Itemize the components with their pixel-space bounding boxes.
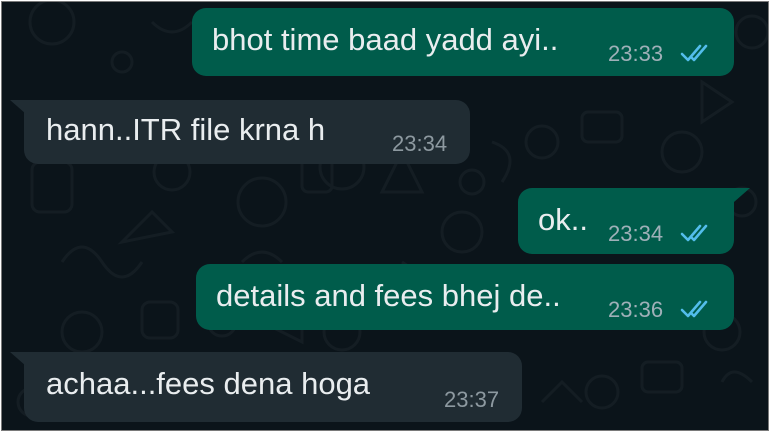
message-time: 23:37 — [444, 387, 500, 412]
outgoing-message[interactable]: details and fees bhej de.. 23:36 — [196, 264, 734, 330]
bubble-tail — [10, 352, 26, 366]
read-double-tick-icon — [680, 44, 708, 62]
message-text: achaa...fees dena hoga — [46, 366, 371, 401]
bubble-tail — [734, 188, 750, 202]
outgoing-message[interactable]: bhot time baad yadd ayi.. 23:33 — [192, 8, 734, 76]
read-double-tick-icon — [680, 224, 708, 242]
outgoing-message[interactable]: ok.. 23:34 — [518, 188, 734, 254]
message-time: 23:34 — [392, 131, 448, 156]
bubble-tail — [10, 100, 26, 114]
message-text: details and fees bhej de.. — [216, 278, 561, 313]
read-double-tick-icon — [680, 300, 708, 318]
message-time: 23:33 — [608, 41, 664, 66]
message-time: 23:36 — [608, 297, 664, 322]
message-text: hann..ITR file krna h — [46, 112, 326, 147]
chat-window: bhot time baad yadd ayi.. 23:33 hann..IT… — [1, 1, 769, 431]
message-time: 23:34 — [608, 221, 664, 246]
incoming-message[interactable]: hann..ITR file krna h 23:34 — [24, 100, 470, 164]
incoming-message[interactable]: achaa...fees dena hoga 23:37 — [24, 352, 522, 422]
message-text: bhot time baad yadd ayi.. — [212, 22, 559, 57]
message-text: ok.. — [538, 202, 588, 237]
